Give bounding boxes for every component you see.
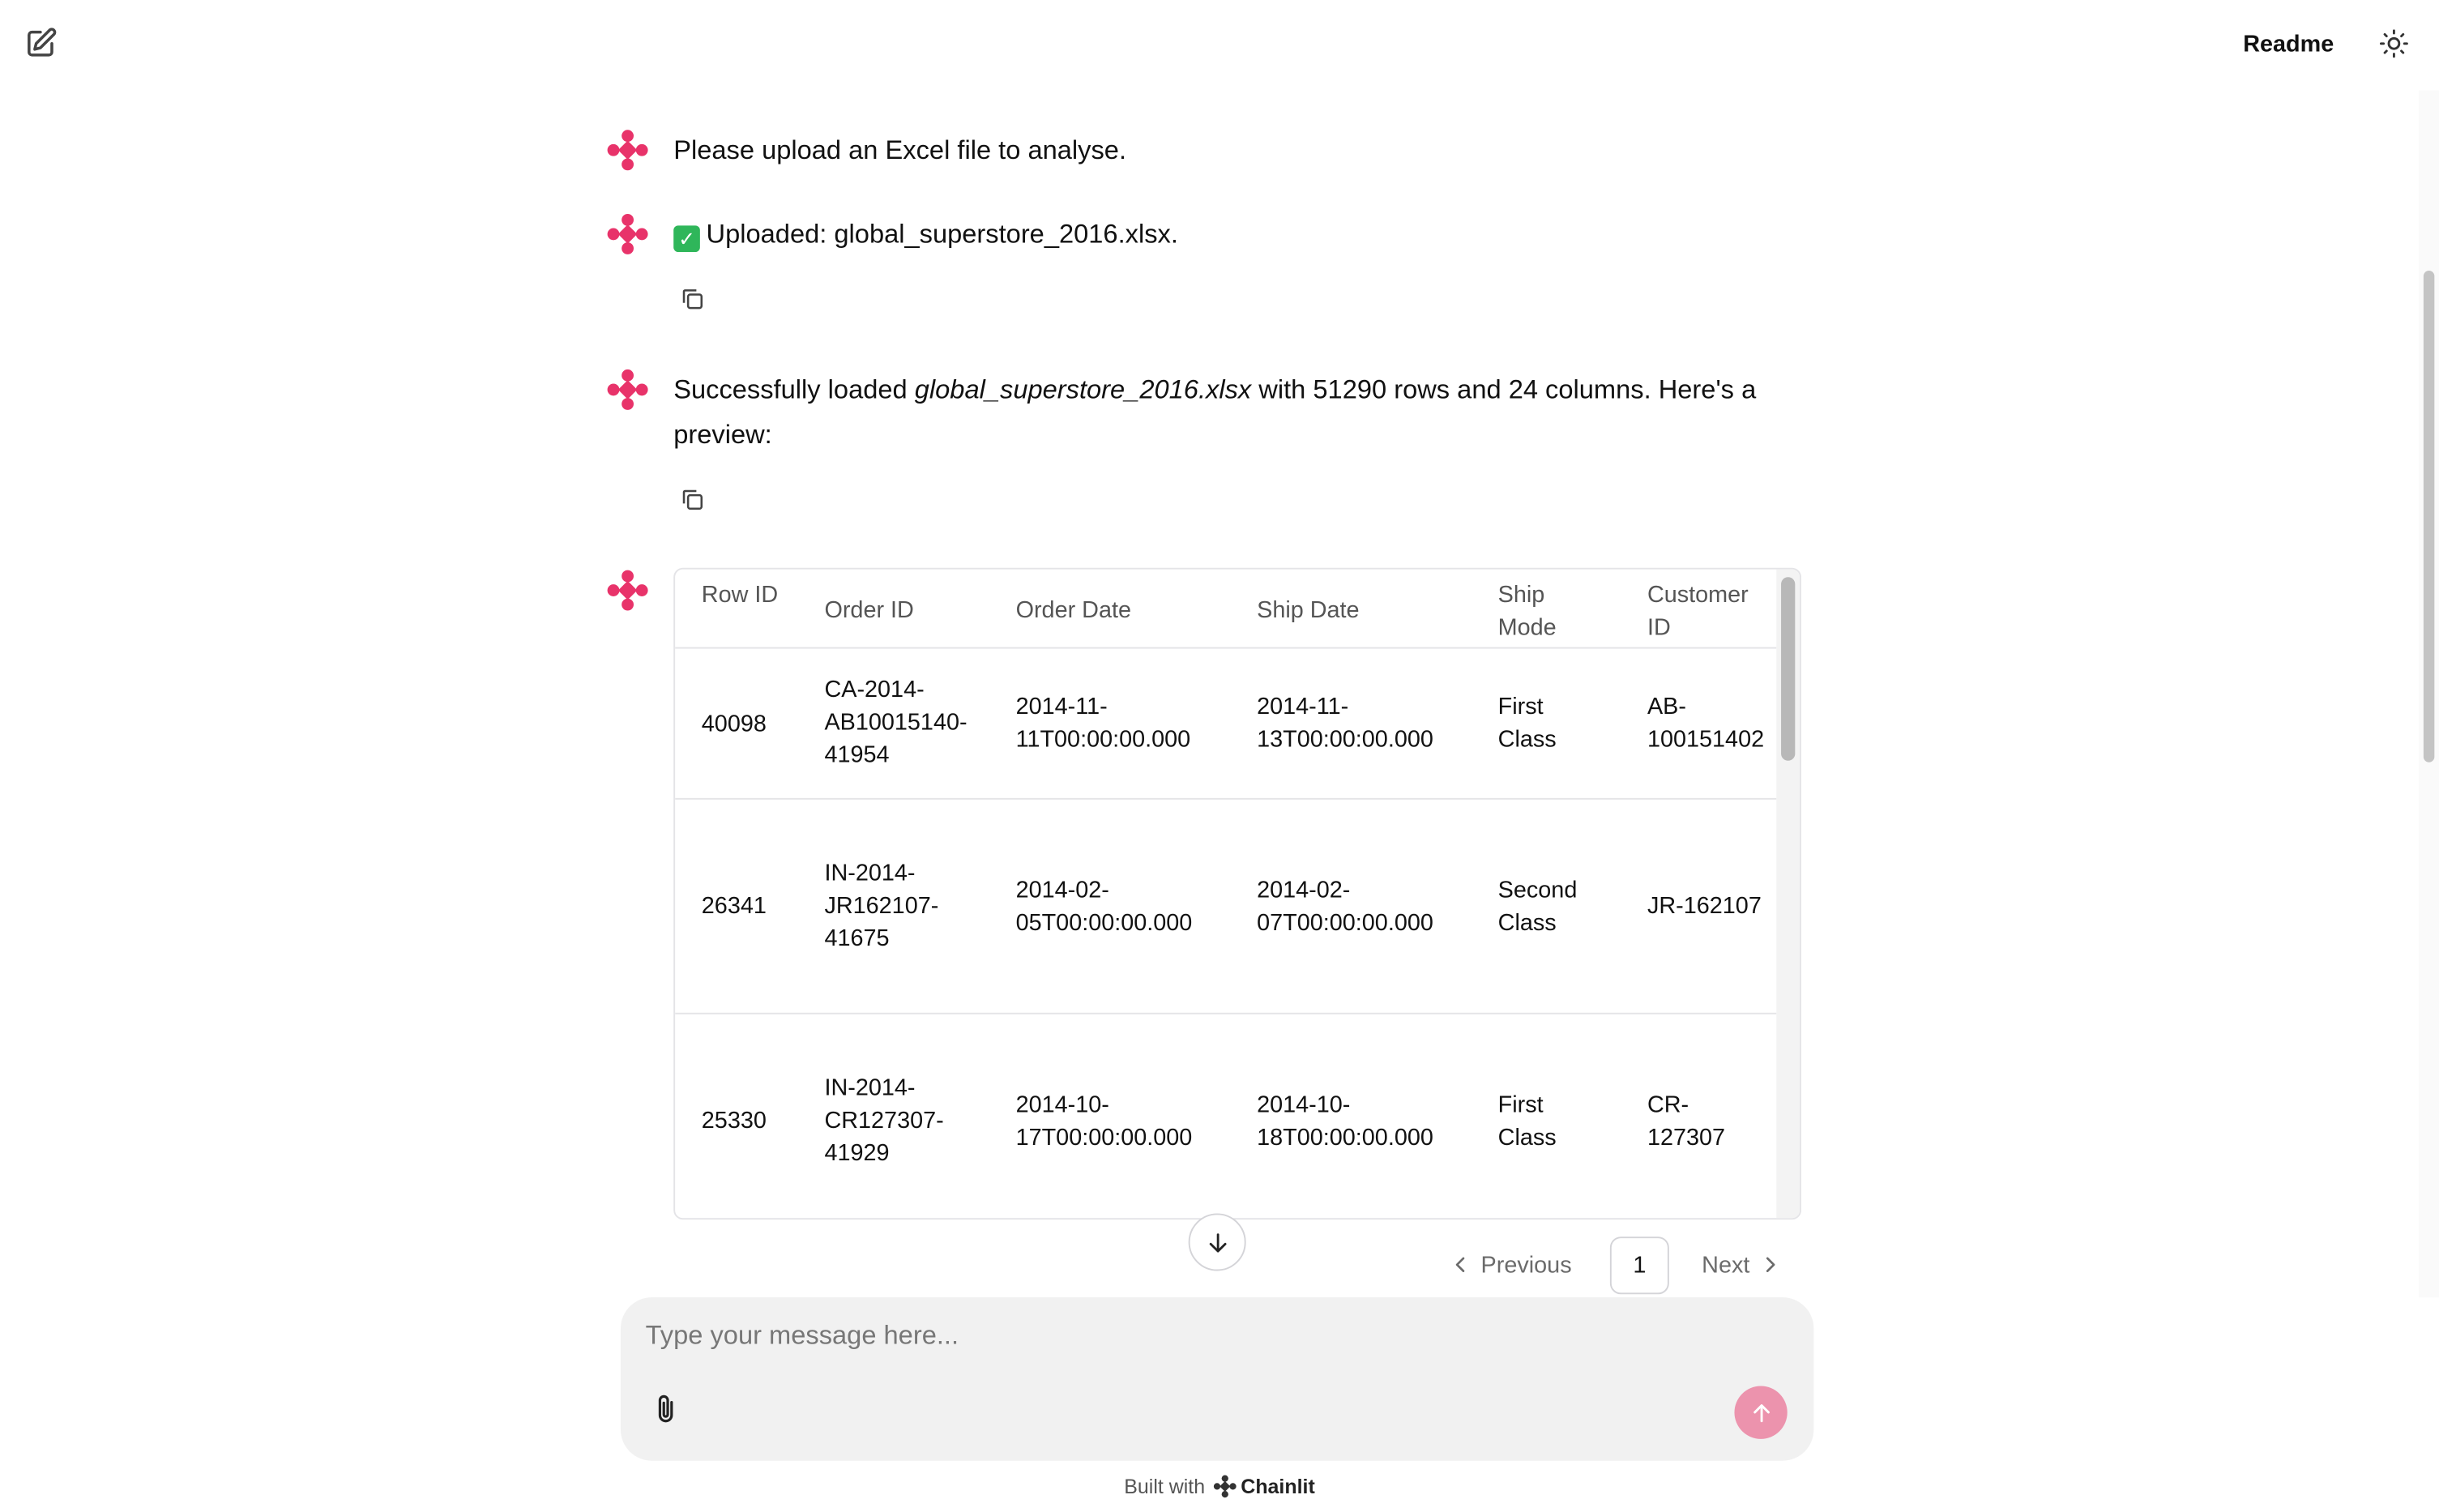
page-scrollbar[interactable]: [2419, 90, 2439, 1298]
chevron-left-icon: [1455, 1257, 1465, 1272]
arrow-down-icon: [1208, 1232, 1226, 1252]
table-cell: IN-2014-CR127307-41929: [824, 1074, 944, 1167]
table-cell: 25330: [701, 1107, 767, 1134]
table-header-row: Row ID Order ID Order Date Ship Date Shi…: [675, 570, 1777, 649]
data-preview-table: Row ID Order ID Order Date Ship Date Shi…: [673, 567, 1802, 1220]
upload-status-text: Uploaded: global_superstore_2016.xlsx.: [706, 219, 1178, 250]
column-header: Customer ID: [1647, 582, 1749, 641]
column-header: Row ID: [701, 582, 779, 609]
table-row: 26341 IN-2014-JR162107-41675 2014-02-05T…: [675, 800, 1777, 1014]
chainlit-logo-icon: [1213, 1474, 1237, 1497]
column-header: Ship Date: [1257, 597, 1360, 624]
column-header: Order Date: [1015, 597, 1132, 624]
copy-icon: [682, 289, 703, 310]
assistant-avatar-icon: [607, 213, 648, 254]
chevron-right-icon: [1766, 1257, 1775, 1272]
message-text: ✓ Uploaded: global_superstore_2016.xlsx.: [673, 211, 1809, 257]
table-row: 40098 CA-2014-AB10015140-41954 2014-11-1…: [675, 649, 1777, 800]
table-cell: CA-2014-AB10015140-41954: [824, 677, 967, 769]
table-cell: CR-127307: [1647, 1091, 1726, 1151]
theme-toggle-button[interactable]: [2371, 20, 2418, 67]
table-cell: 2014-10-18T00:00:00.000: [1257, 1091, 1433, 1151]
sun-icon: [2379, 29, 2408, 58]
copy-button[interactable]: [673, 280, 711, 318]
copy-icon: [682, 489, 703, 510]
column-header: Ship Mode: [1497, 582, 1557, 641]
table-cell: First Class: [1497, 694, 1557, 754]
previous-page-button[interactable]: Previous: [1450, 1238, 1572, 1291]
scroll-to-bottom-button[interactable]: [1188, 1213, 1246, 1271]
check-mark-icon: ✓: [673, 225, 700, 253]
assistant-avatar-icon: [607, 130, 648, 171]
table-cell: First Class: [1497, 1091, 1557, 1151]
table-cell: Second Class: [1497, 877, 1578, 937]
table-scrollbar-thumb[interactable]: [1781, 577, 1796, 761]
table-cell: 2014-02-05T00:00:00.000: [1015, 877, 1193, 937]
column-header: Order ID: [824, 597, 914, 624]
next-page-button[interactable]: Next: [1702, 1238, 1781, 1291]
assistant-avatar-icon: [607, 369, 648, 410]
message-text: Please upload an Excel file to analyse.: [673, 135, 1127, 165]
table: Row ID Order ID Order Date Ship Date Shi…: [675, 570, 1777, 1219]
table-cell: 26341: [701, 892, 767, 920]
new-chat-button[interactable]: [19, 22, 62, 66]
message-text-part: Successfully loaded: [673, 374, 915, 405]
copy-button[interactable]: [673, 481, 711, 518]
page-number-button[interactable]: 1: [1609, 1237, 1669, 1295]
table-cell: IN-2014-JR162107-41675: [824, 860, 939, 952]
file-name: global_superstore_2016.xlsx: [914, 374, 1252, 405]
table-cell: 40098: [701, 711, 767, 737]
send-button[interactable]: [1734, 1386, 1788, 1439]
message-input[interactable]: [645, 1316, 1735, 1357]
next-label: Next: [1702, 1251, 1750, 1279]
page-scrollbar-thumb[interactable]: [2423, 271, 2435, 762]
arrow-up-icon: [1753, 1403, 1769, 1422]
table-scrollbar[interactable]: [1776, 569, 1800, 1219]
chainlit-brand-link[interactable]: Chainlit: [1213, 1474, 1315, 1497]
edit-square-icon: [28, 28, 57, 57]
table-cell: 2014-11-11T00:00:00.000: [1015, 694, 1191, 754]
top-bar: Readme: [0, 0, 2439, 88]
assistant-avatar-icon: [607, 570, 648, 611]
footer: Built with Chainlit: [0, 1470, 2439, 1501]
table-cell: JR-162107: [1647, 892, 1762, 920]
table-cell: AB-100151402: [1647, 694, 1765, 754]
readme-button[interactable]: Readme: [2228, 22, 2349, 66]
attach-file-button[interactable]: [646, 1389, 686, 1429]
chat-app: Readme Please upload an Excel file to an…: [0, 0, 2439, 1512]
message-composer: [620, 1297, 1814, 1461]
paperclip-icon: [658, 1395, 673, 1423]
table-cell: 2014-02-07T00:00:00.000: [1257, 877, 1433, 937]
message-text: Successfully loaded global_superstore_20…: [673, 367, 1809, 457]
table-cell: 2014-11-13T00:00:00.000: [1257, 694, 1433, 754]
table-cell: 2014-10-17T00:00:00.000: [1015, 1091, 1193, 1151]
built-with-text: Built with: [1124, 1474, 1206, 1497]
table-row: 25330 IN-2014-CR127307-41929 2014-10-17T…: [675, 1014, 1776, 1218]
previous-label: Previous: [1480, 1251, 1572, 1279]
chainlit-brand-text: Chainlit: [1241, 1474, 1315, 1497]
